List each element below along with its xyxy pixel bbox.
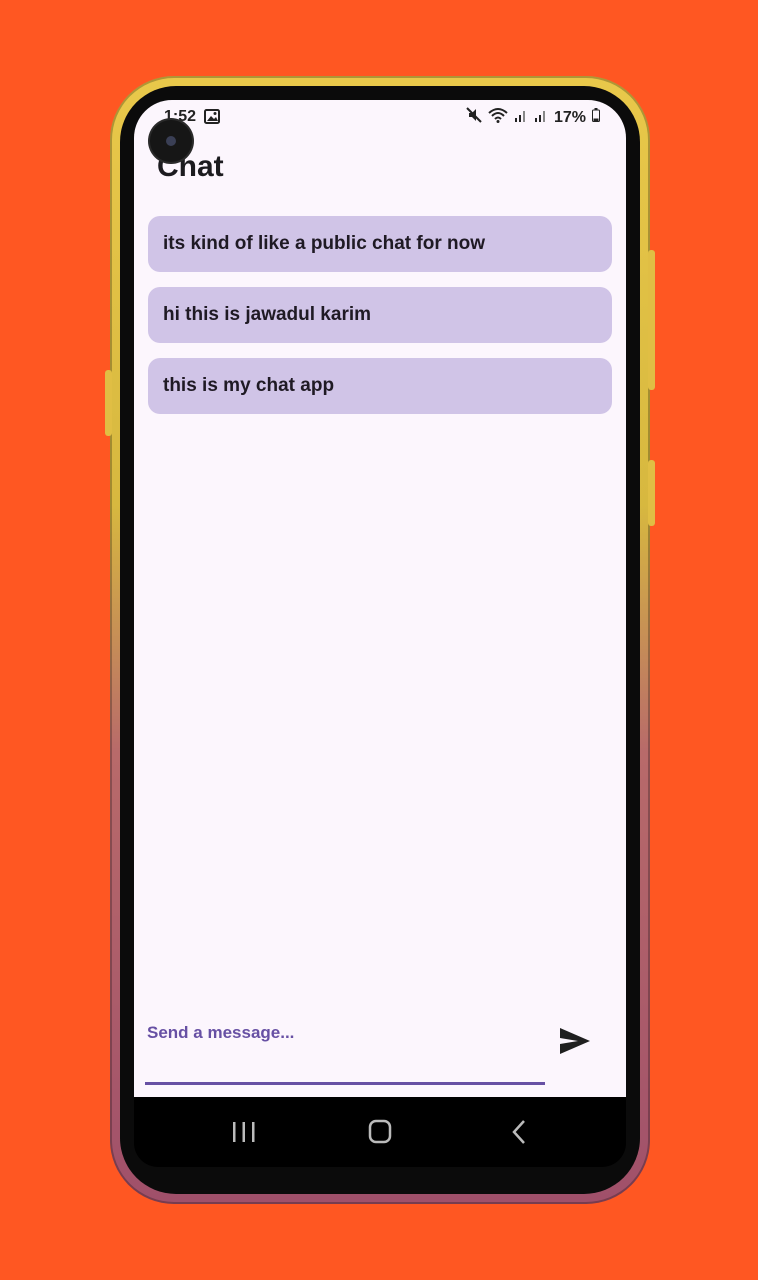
front-camera — [150, 120, 192, 162]
wifi-icon — [488, 107, 508, 128]
send-button[interactable] — [558, 1026, 602, 1066]
message-bubble[interactable]: this is my chat app — [148, 358, 612, 414]
recents-icon — [226, 1122, 262, 1149]
message-composer — [134, 1000, 626, 1097]
battery-icon — [592, 108, 600, 127]
input-underline — [145, 1082, 545, 1085]
navigation-bar — [134, 1097, 626, 1167]
home-button[interactable] — [362, 1119, 398, 1145]
gallery-icon — [204, 109, 220, 129]
status-bar: 1:52 17% — [134, 100, 626, 134]
message-input[interactable] — [145, 1010, 549, 1056]
back-button[interactable] — [500, 1119, 536, 1145]
phone-side-button — [105, 370, 112, 436]
message-text: this is my chat app — [163, 375, 335, 396]
message-bubble[interactable]: its kind of like a public chat for now — [148, 216, 612, 272]
home-icon — [362, 1119, 398, 1149]
status-icons: 17% — [466, 107, 600, 128]
message-text: hi this is jawadul karim — [163, 304, 372, 325]
back-icon — [500, 1120, 536, 1149]
signal-icon — [534, 108, 548, 127]
phone-side-button — [648, 460, 655, 526]
message-text: its kind of like a public chat for now — [163, 233, 485, 254]
phone-side-button — [648, 250, 655, 390]
message-bubble[interactable]: hi this is jawadul karim — [148, 287, 612, 343]
message-list: its kind of like a public chat for now h… — [148, 216, 612, 429]
mute-icon — [466, 107, 482, 128]
battery-level: 17% — [553, 108, 586, 126]
send-icon — [558, 1028, 592, 1060]
recents-button[interactable] — [226, 1119, 262, 1145]
app-screen: 1:52 17% Chat its kind of like a public … — [134, 100, 626, 1097]
signal-icon — [514, 108, 528, 127]
